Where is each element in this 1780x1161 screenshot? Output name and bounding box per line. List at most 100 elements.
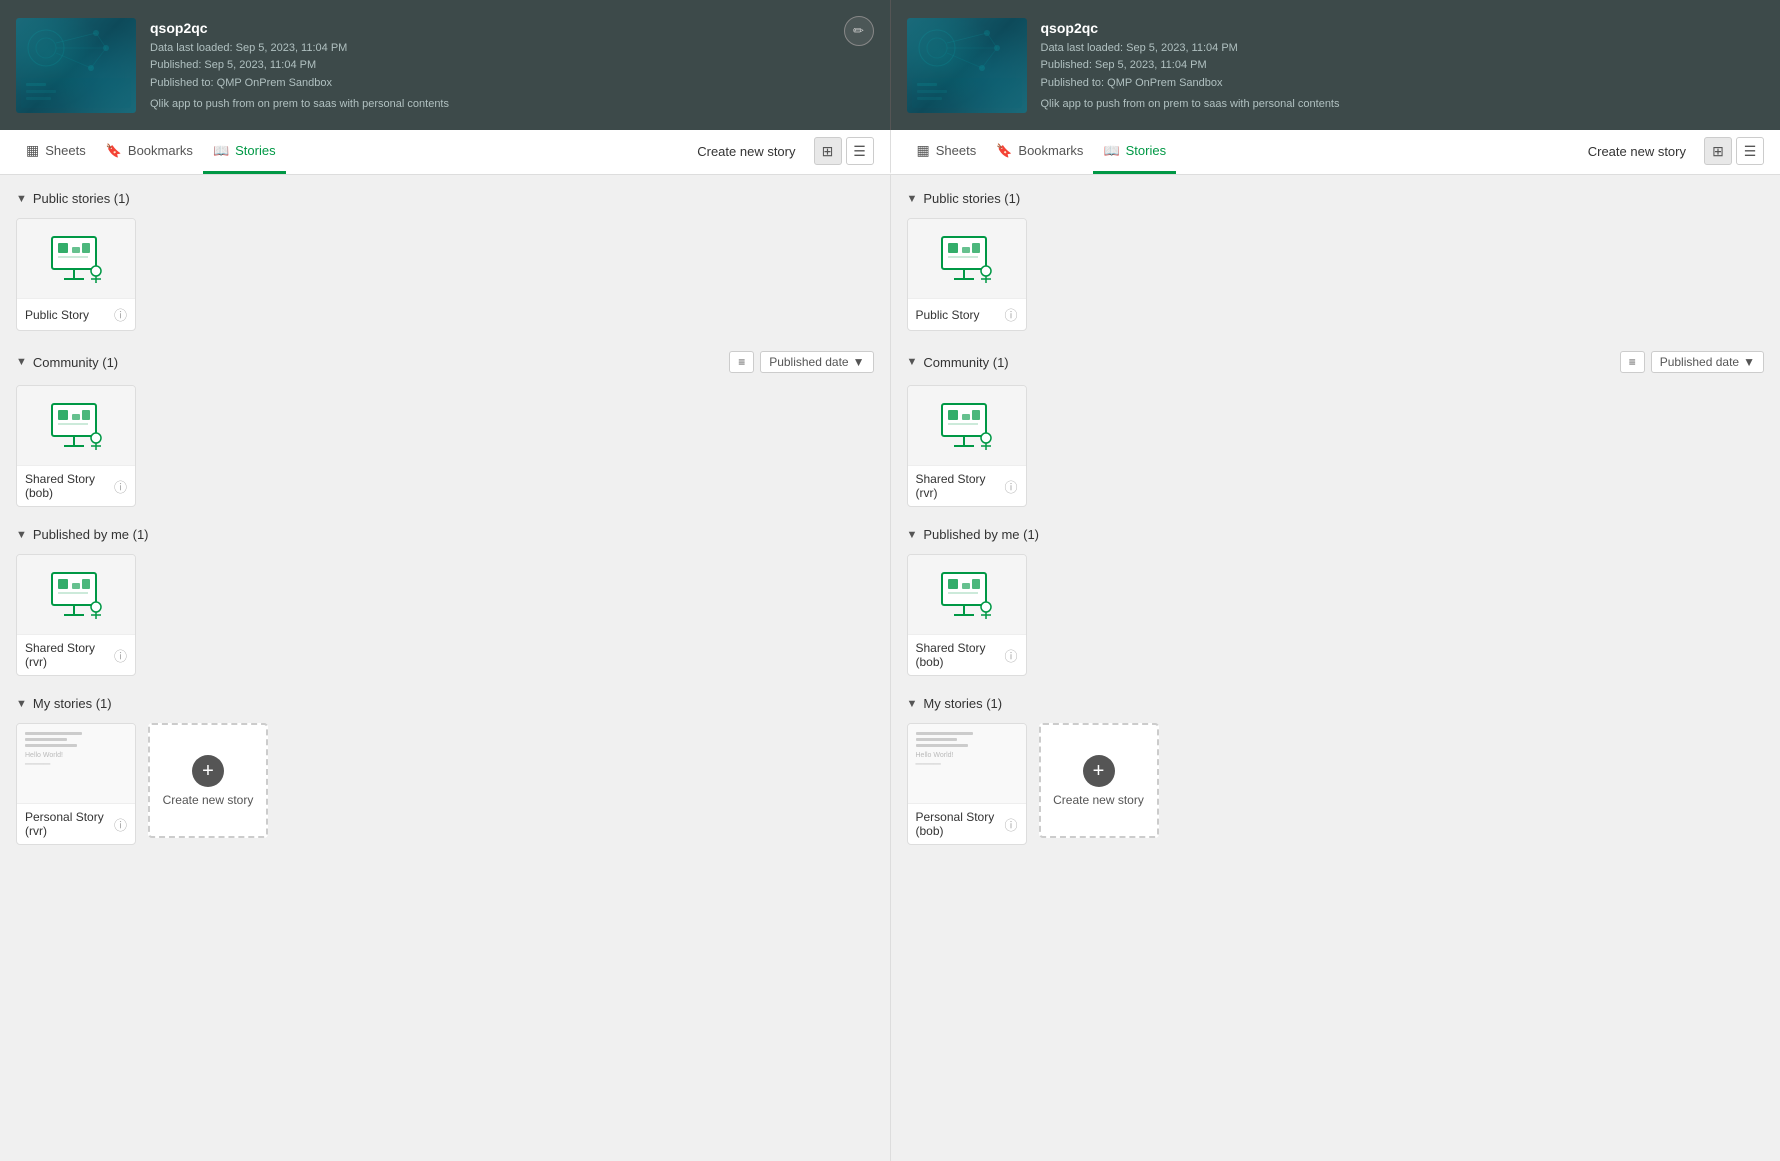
stories-icon: 📖	[213, 143, 229, 159]
right-public-stories-chevron[interactable]: ▼	[907, 193, 918, 205]
right-app-desc: Qlik app to push from on prem to saas wi…	[1041, 98, 1765, 110]
right-my-stories-chevron[interactable]: ▼	[907, 698, 918, 710]
left-app-name: qsop2qc	[150, 20, 874, 36]
bookmark-icon: 🔖	[106, 143, 122, 159]
left-published-by-me-grid: Shared Story (rvr) ⓘ	[16, 554, 874, 676]
left-tab-stories[interactable]: 📖 Stories	[203, 130, 286, 174]
left-public-stories-section: ▼ Public stories (1)	[16, 191, 874, 331]
right-published-by-me-label-0: Shared Story (bob) ⓘ	[908, 635, 1026, 675]
left-published-by-me-card-0[interactable]: Shared Story (rvr) ⓘ	[16, 554, 136, 676]
presentation-icon	[50, 235, 105, 283]
left-published-by-me-label: Published by me (1)	[33, 527, 149, 542]
right-sheets-icon: ▦	[917, 142, 930, 159]
right-published-by-me-info-0[interactable]: ⓘ	[1004, 646, 1017, 665]
right-personal-story-info[interactable]: ⓘ	[1004, 815, 1017, 834]
right-published-by-me-chevron[interactable]: ▼	[907, 529, 918, 541]
left-community-published-date-button[interactable]: Published date ▼	[760, 351, 873, 373]
right-personal-story-thumb: Hello World! ━━━━━━━	[908, 724, 1027, 804]
right-community-story-label-0: Shared Story (rvr) ⓘ	[908, 466, 1026, 506]
left-public-stories-label: Public stories (1)	[33, 191, 130, 206]
presentation-icon	[940, 571, 995, 619]
left-grid-view-button[interactable]: ⊞	[814, 137, 842, 165]
right-list-view-button[interactable]: ☰	[1736, 137, 1764, 165]
left-personal-story-info[interactable]: ⓘ	[114, 815, 127, 834]
left-create-new-story-link[interactable]: Create new story	[687, 144, 805, 159]
right-tab-sheets[interactable]: ▦ Sheets	[907, 130, 987, 174]
left-community-story-card-0[interactable]: Shared Story (bob) ⓘ	[16, 385, 136, 507]
right-chevron-down-icon: ▼	[1743, 355, 1755, 369]
left-my-stories-chevron[interactable]: ▼	[16, 698, 27, 710]
right-public-stories-header: ▼ Public stories (1)	[907, 191, 1765, 206]
left-community-sort-controls: ≡ Published date ▼	[729, 351, 873, 373]
left-published-by-me-thumb-0	[17, 555, 136, 635]
right-my-stories-section: ▼ My stories (1) Hello World! ━━━━━━━ Pe…	[907, 696, 1765, 845]
left-personal-story-card[interactable]: Hello World! ━━━━━━━ Personal Story (rvr…	[16, 723, 136, 845]
left-community-chevron[interactable]: ▼	[16, 356, 27, 368]
right-public-story-card-0[interactable]: Public Story ⓘ	[907, 218, 1027, 331]
left-view-buttons: ⊞ ☰	[814, 137, 874, 165]
right-community-sort-button[interactable]: ≡	[1620, 351, 1645, 373]
right-personal-story-card[interactable]: Hello World! ━━━━━━━ Personal Story (bob…	[907, 723, 1027, 845]
left-community-sort-button[interactable]: ≡	[729, 351, 754, 373]
left-community-story-thumb-0	[17, 386, 136, 466]
presentation-icon	[940, 235, 995, 283]
left-my-stories-grid: Hello World! ━━━━━━━ Personal Story (rvr…	[16, 723, 874, 845]
presentation-icon	[940, 402, 995, 450]
right-published-by-me-label: Published by me (1)	[923, 527, 1039, 542]
presentation-icon	[50, 571, 105, 619]
right-public-story-thumb-0	[908, 219, 1027, 299]
right-app-name: qsop2qc	[1041, 20, 1765, 36]
left-app-thumbnail	[16, 18, 136, 113]
right-public-stories-label: Public stories (1)	[923, 191, 1020, 206]
right-app-header: qsop2qc Data last loaded: Sep 5, 2023, 1…	[890, 0, 1780, 130]
left-published-by-me-info-0[interactable]: ⓘ	[114, 646, 127, 665]
right-published-by-me-header: ▼ Published by me (1)	[907, 527, 1765, 542]
right-create-new-story-plus-icon: +	[1083, 755, 1115, 787]
right-community-section: ▼ Community (1) ≡ Published date ▼	[907, 351, 1765, 507]
right-tab-bar: ▦ Sheets 🔖 Bookmarks 📖 Stories Create ne…	[890, 130, 1780, 174]
right-create-new-story-link[interactable]: Create new story	[1578, 144, 1696, 159]
right-community-grid: Shared Story (rvr) ⓘ	[907, 385, 1765, 507]
right-tab-bookmarks[interactable]: 🔖 Bookmarks	[986, 130, 1093, 174]
right-community-header: ▼ Community (1) ≡ Published date ▼	[907, 351, 1765, 373]
left-tab-sheets[interactable]: ▦ Sheets	[16, 130, 96, 174]
right-published-by-me-card-0[interactable]: Shared Story (bob) ⓘ	[907, 554, 1027, 676]
right-stories-icon: 📖	[1103, 143, 1119, 159]
right-community-published-date-button[interactable]: Published date ▼	[1651, 351, 1764, 373]
chevron-down-icon: ▼	[853, 355, 865, 369]
right-create-new-story-card[interactable]: + Create new story	[1039, 723, 1159, 838]
right-published-by-me-grid: Shared Story (bob) ⓘ	[907, 554, 1765, 676]
right-panel: ▼ Public stories (1)	[890, 175, 1780, 1161]
right-community-story-info-0[interactable]: ⓘ	[1004, 477, 1017, 496]
left-list-view-button[interactable]: ☰	[846, 137, 874, 165]
left-community-grid: Shared Story (bob) ⓘ	[16, 385, 874, 507]
right-create-new-story-card-label: Create new story	[1053, 793, 1144, 807]
left-public-story-card-0[interactable]: Public Story ⓘ	[16, 218, 136, 331]
right-public-story-info-0[interactable]: ⓘ	[1004, 305, 1017, 324]
right-community-story-card-0[interactable]: Shared Story (rvr) ⓘ	[907, 385, 1027, 507]
left-create-new-story-card[interactable]: + Create new story	[148, 723, 268, 838]
left-community-story-info-0[interactable]: ⓘ	[114, 477, 127, 496]
right-community-story-thumb-0	[908, 386, 1027, 466]
left-published-by-me-section: ▼ Published by me (1)	[16, 527, 874, 676]
left-app-header: qsop2qc Data last loaded: Sep 5, 2023, 1…	[0, 0, 890, 130]
left-published-by-me-chevron[interactable]: ▼	[16, 529, 27, 541]
right-published-by-me-thumb-0	[908, 555, 1027, 635]
left-public-story-info-0[interactable]: ⓘ	[114, 305, 127, 324]
right-tab-stories[interactable]: 📖 Stories	[1093, 130, 1176, 174]
left-published-by-me-header: ▼ Published by me (1)	[16, 527, 874, 542]
right-my-stories-label: My stories (1)	[923, 696, 1002, 711]
left-tab-bookmarks[interactable]: 🔖 Bookmarks	[96, 130, 203, 174]
left-public-stories-chevron[interactable]: ▼	[16, 193, 27, 205]
left-my-stories-header: ▼ My stories (1)	[16, 696, 874, 711]
tab-bars-row: ▦ Sheets 🔖 Bookmarks 📖 Stories Create ne…	[0, 130, 1780, 175]
left-edit-button[interactable]: ✏	[844, 16, 874, 46]
right-community-chevron[interactable]: ▼	[907, 356, 918, 368]
left-panel: ▼ Public stories (1)	[0, 175, 890, 1161]
right-community-sort-controls: ≡ Published date ▼	[1620, 351, 1764, 373]
right-community-label: Community (1)	[923, 355, 1008, 370]
right-public-stories-section: ▼ Public stories (1)	[907, 191, 1765, 331]
right-my-stories-header: ▼ My stories (1)	[907, 696, 1765, 711]
left-app-desc: Qlik app to push from on prem to saas wi…	[150, 98, 874, 110]
right-grid-view-button[interactable]: ⊞	[1704, 137, 1732, 165]
